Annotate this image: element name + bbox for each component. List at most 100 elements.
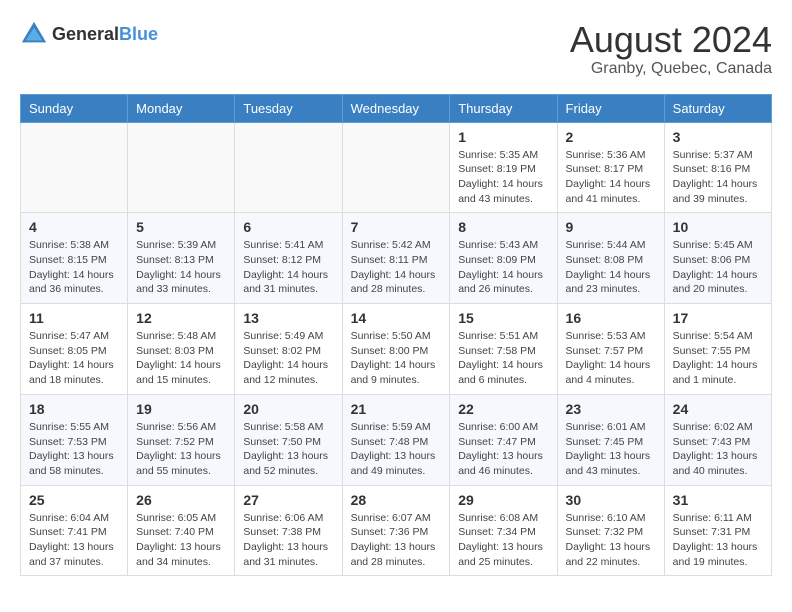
calendar-cell: 3 Sunrise: 5:37 AMSunset: 8:16 PMDaylight… [664,122,771,213]
col-header-sunday: Sunday [21,94,128,122]
day-number: 26 [136,492,226,508]
day-info: Sunrise: 5:37 AMSunset: 8:16 PMDaylight:… [673,148,763,207]
day-number: 7 [351,219,442,235]
day-number: 4 [29,219,119,235]
calendar-cell: 12 Sunrise: 5:48 AMSunset: 8:03 PMDayligh… [128,304,235,395]
day-number: 15 [458,310,548,326]
location-subtitle: Granby, Quebec, Canada [570,60,772,78]
day-info: Sunrise: 5:59 AMSunset: 7:48 PMDaylight:… [351,420,442,479]
calendar-cell: 31 Sunrise: 6:11 AMSunset: 7:31 PMDayligh… [664,485,771,576]
day-info: Sunrise: 5:41 AMSunset: 8:12 PMDaylight:… [243,238,333,297]
calendar-cell: 13 Sunrise: 5:49 AMSunset: 8:02 PMDayligh… [235,304,342,395]
calendar-cell: 20 Sunrise: 5:58 AMSunset: 7:50 PMDayligh… [235,394,342,485]
logo: GeneralBlue [20,20,158,48]
day-number: 11 [29,310,119,326]
calendar-cell: 24Sunrise: 6:02 AMSunset: 7:43 PMDayligh… [664,394,771,485]
day-number: 25 [29,492,119,508]
calendar-cell: 17Sunrise: 5:54 AMSunset: 7:55 PMDayligh… [664,304,771,395]
day-info: Sunrise: 5:50 AMSunset: 8:00 PMDaylight:… [351,329,442,388]
calendar-cell: 18 Sunrise: 5:55 AMSunset: 7:53 PMDayligh… [21,394,128,485]
calendar-cell [128,122,235,213]
day-info: Sunrise: 6:11 AMSunset: 7:31 PMDaylight:… [673,511,763,570]
calendar-table: SundayMondayTuesdayWednesdayThursdayFrid… [20,94,772,577]
day-info: Sunrise: 5:48 AMSunset: 8:03 PMDaylight:… [136,329,226,388]
day-number: 31 [673,492,763,508]
day-info: Sunrise: 5:38 AMSunset: 8:15 PMDaylight:… [29,238,119,297]
calendar-header-row: SundayMondayTuesdayWednesdayThursdayFrid… [21,94,772,122]
logo-icon [20,20,48,48]
calendar-cell: 9 Sunrise: 5:44 AMSunset: 8:08 PMDaylight… [557,213,664,304]
day-info: Sunrise: 5:43 AMSunset: 8:09 PMDaylight:… [458,238,548,297]
day-info: Sunrise: 5:55 AMSunset: 7:53 PMDaylight:… [29,420,119,479]
day-info: Sunrise: 5:44 AMSunset: 8:08 PMDaylight:… [566,238,656,297]
calendar-cell: 28Sunrise: 6:07 AMSunset: 7:36 PMDayligh… [342,485,450,576]
col-header-tuesday: Tuesday [235,94,342,122]
calendar-cell: 14 Sunrise: 5:50 AMSunset: 8:00 PMDayligh… [342,304,450,395]
day-number: 22 [458,401,548,417]
col-header-wednesday: Wednesday [342,94,450,122]
day-number: 3 [673,129,763,145]
day-number: 23 [566,401,656,417]
day-number: 2 [566,129,656,145]
day-info: Sunrise: 6:07 AMSunset: 7:36 PMDaylight:… [351,511,442,570]
calendar-cell: 21 Sunrise: 5:59 AMSunset: 7:48 PMDayligh… [342,394,450,485]
day-number: 16 [566,310,656,326]
calendar-cell: 6Sunrise: 5:41 AMSunset: 8:12 PMDaylight… [235,213,342,304]
calendar-cell [342,122,450,213]
day-info: Sunrise: 6:05 AMSunset: 7:40 PMDaylight:… [136,511,226,570]
logo-text-blue: Blue [119,24,158,44]
day-number: 10 [673,219,763,235]
col-header-friday: Friday [557,94,664,122]
calendar-cell: 29 Sunrise: 6:08 AMSunset: 7:34 PMDayligh… [450,485,557,576]
day-info: Sunrise: 5:53 AMSunset: 7:57 PMDaylight:… [566,329,656,388]
day-number: 18 [29,401,119,417]
day-info: Sunrise: 6:10 AMSunset: 7:32 PMDaylight:… [566,511,656,570]
calendar-cell: 7Sunrise: 5:42 AMSunset: 8:11 PMDaylight… [342,213,450,304]
calendar-cell [21,122,128,213]
day-number: 19 [136,401,226,417]
calendar-cell: 23 Sunrise: 6:01 AMSunset: 7:45 PMDayligh… [557,394,664,485]
day-number: 27 [243,492,333,508]
day-number: 8 [458,219,548,235]
day-number: 9 [566,219,656,235]
day-number: 5 [136,219,226,235]
logo-text-general: General [52,24,119,44]
day-number: 21 [351,401,442,417]
calendar-cell: 16 Sunrise: 5:53 AMSunset: 7:57 PMDayligh… [557,304,664,395]
day-number: 1 [458,129,548,145]
calendar-cell: 8 Sunrise: 5:43 AMSunset: 8:09 PMDaylight… [450,213,557,304]
day-info: Sunrise: 5:54 AMSunset: 7:55 PMDaylight:… [673,329,763,388]
day-number: 24 [673,401,763,417]
day-info: Sunrise: 6:06 AMSunset: 7:38 PMDaylight:… [243,511,333,570]
calendar-cell: 11 Sunrise: 5:47 AMSunset: 8:05 PMDayligh… [21,304,128,395]
day-info: Sunrise: 6:08 AMSunset: 7:34 PMDaylight:… [458,511,548,570]
day-number: 13 [243,310,333,326]
day-info: Sunrise: 5:56 AMSunset: 7:52 PMDaylight:… [136,420,226,479]
day-info: Sunrise: 5:51 AMSunset: 7:58 PMDaylight:… [458,329,548,388]
title-block: August 2024 Granby, Quebec, Canada [570,20,772,78]
calendar-cell: 15 Sunrise: 5:51 AMSunset: 7:58 PMDayligh… [450,304,557,395]
calendar-cell [235,122,342,213]
calendar-cell: 10 Sunrise: 5:45 AMSunset: 8:06 PMDayligh… [664,213,771,304]
day-info: Sunrise: 6:00 AMSunset: 7:47 PMDaylight:… [458,420,548,479]
day-info: Sunrise: 5:58 AMSunset: 7:50 PMDaylight:… [243,420,333,479]
day-number: 14 [351,310,442,326]
calendar-week-2: 4 Sunrise: 5:38 AMSunset: 8:15 PMDaylight… [21,213,772,304]
day-info: Sunrise: 5:49 AMSunset: 8:02 PMDaylight:… [243,329,333,388]
col-header-monday: Monday [128,94,235,122]
day-number: 29 [458,492,548,508]
day-number: 30 [566,492,656,508]
calendar-cell: 4 Sunrise: 5:38 AMSunset: 8:15 PMDaylight… [21,213,128,304]
calendar-week-1: 1Sunrise: 5:35 AMSunset: 8:19 PMDaylight… [21,122,772,213]
day-info: Sunrise: 5:45 AMSunset: 8:06 PMDaylight:… [673,238,763,297]
day-info: Sunrise: 6:01 AMSunset: 7:45 PMDaylight:… [566,420,656,479]
day-info: Sunrise: 5:47 AMSunset: 8:05 PMDaylight:… [29,329,119,388]
col-header-thursday: Thursday [450,94,557,122]
day-number: 12 [136,310,226,326]
day-info: Sunrise: 6:04 AMSunset: 7:41 PMDaylight:… [29,511,119,570]
calendar-cell: 22 Sunrise: 6:00 AMSunset: 7:47 PMDayligh… [450,394,557,485]
month-year-title: August 2024 [570,20,772,60]
calendar-cell: 2Sunrise: 5:36 AMSunset: 8:17 PMDaylight… [557,122,664,213]
day-number: 20 [243,401,333,417]
calendar-cell: 27 Sunrise: 6:06 AMSunset: 7:38 PMDayligh… [235,485,342,576]
